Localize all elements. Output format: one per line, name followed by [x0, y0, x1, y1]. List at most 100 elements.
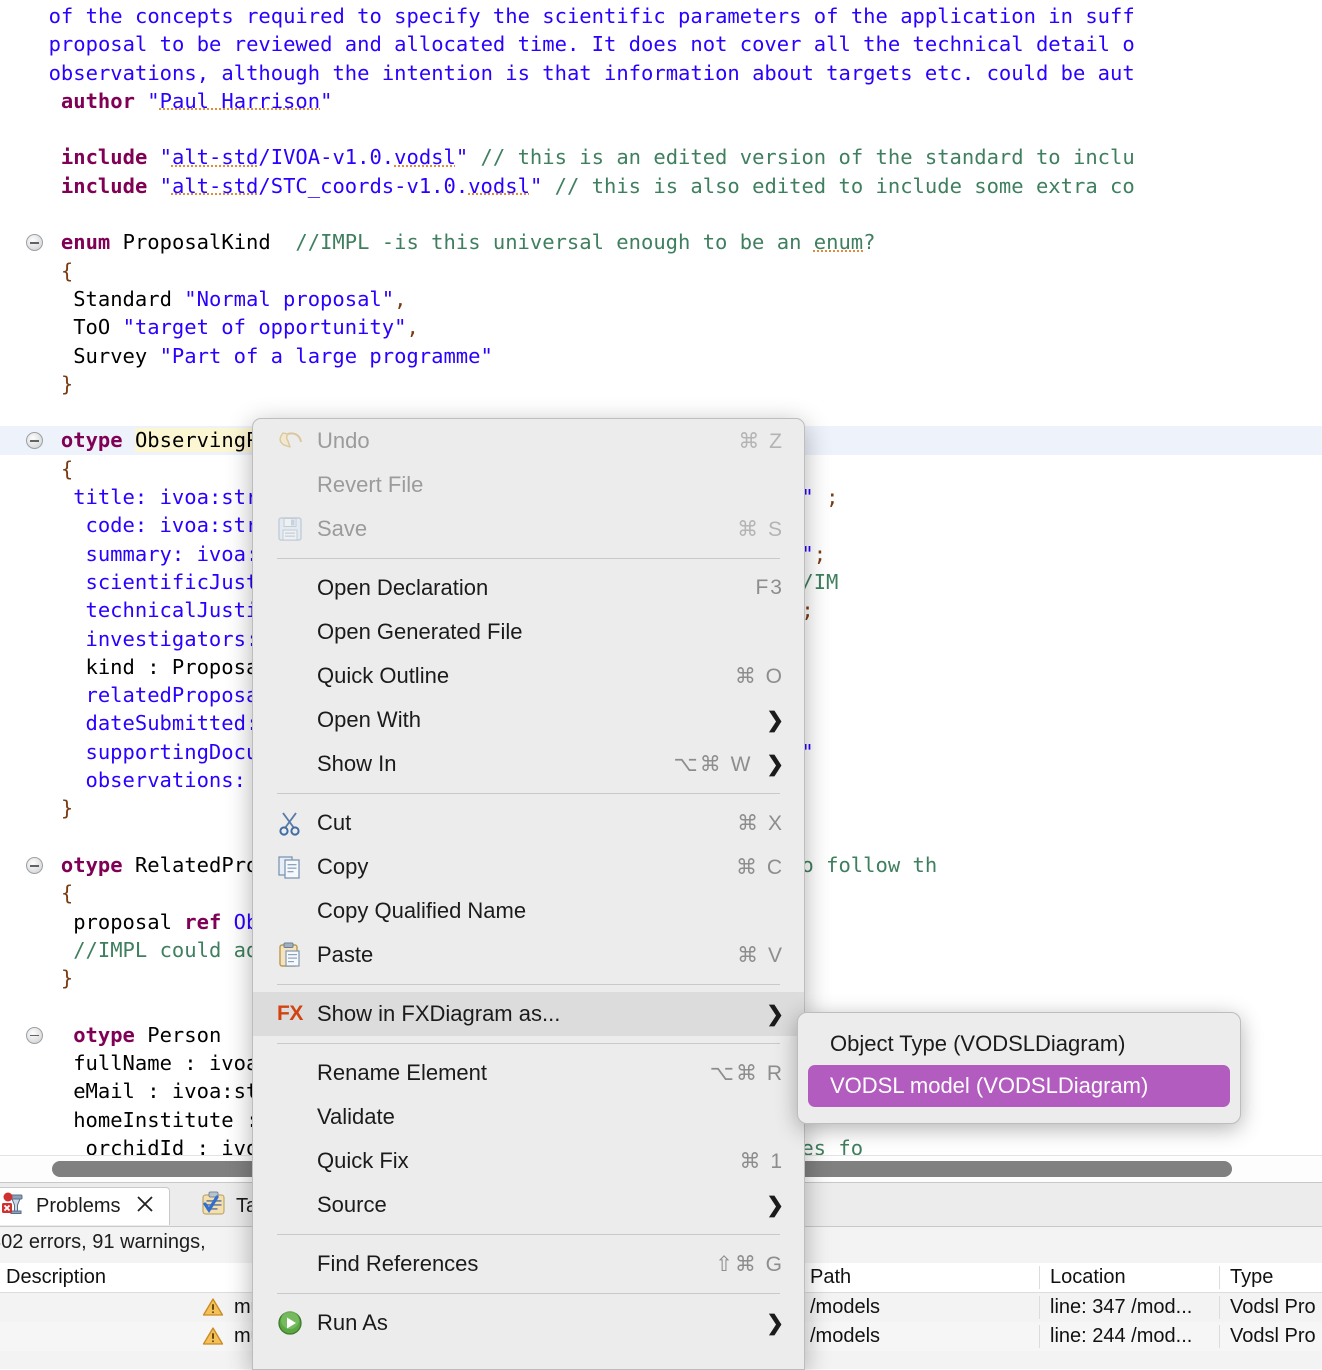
close-icon[interactable]: [135, 1194, 155, 1220]
menu-item-label: Quick Fix: [317, 1148, 409, 1173]
menu-item-source[interactable]: Source ❯: [253, 1183, 804, 1227]
fx-icon: FX: [277, 1002, 303, 1025]
menu-separator: [277, 558, 780, 559]
menu-item-shortcut: ⌘ O: [734, 664, 784, 688]
code-line[interactable]: proposal to be reviewed and allocated ti…: [0, 30, 1322, 58]
menu-separator: [277, 793, 780, 794]
run-icon: [277, 1310, 317, 1336]
code-line[interactable]: of the concepts required to specify the …: [0, 2, 1322, 30]
chevron-right-icon: ❯: [766, 1002, 784, 1026]
code-line-text: }: [60, 371, 74, 396]
cell-type: Vodsl Pro: [1230, 1325, 1316, 1347]
code-line-text: {: [60, 258, 74, 283]
menu-item-label: Copy Qualified Name: [317, 898, 527, 923]
column-header-type[interactable]: Type: [1220, 1266, 1322, 1289]
code-line-text: ToO "target of opportunity",: [73, 315, 419, 340]
code-line-text: }: [60, 966, 74, 991]
menu-item-label: Find References: [317, 1251, 479, 1276]
column-header-path[interactable]: Path: [800, 1266, 1040, 1289]
context-menu[interactable]: Undo ⌘ Z Revert File Save ⌘ S Open Declaratio…: [252, 418, 805, 1370]
menu-item-label: Save: [317, 516, 368, 541]
code-line[interactable]: Standard "Normal proposal",: [0, 285, 1322, 313]
fold-collapse-icon[interactable]: [26, 1026, 43, 1044]
submenu-item-label: Object Type (VODSLDiagram): [830, 1031, 1126, 1056]
code-line[interactable]: }: [0, 370, 1322, 398]
code-line[interactable]: {: [0, 257, 1322, 285]
submenu-item-vodsl-model[interactable]: VODSL model (VODSLDiagram): [808, 1065, 1230, 1107]
menu-item-label: Paste: [317, 942, 374, 967]
warning-icon: [202, 1297, 224, 1317]
menu-item-paste[interactable]: Paste ⌘ V: [253, 933, 804, 977]
menu-item-label: Validate: [317, 1104, 395, 1129]
warning-icon: [202, 1326, 224, 1346]
menu-item-open-with[interactable]: Open With ❯: [253, 698, 804, 742]
code-line[interactable]: ToO "target of opportunity",: [0, 313, 1322, 341]
menu-item-show-in-fxdiagram[interactable]: FX Show in FXDiagram as... ❯: [253, 992, 804, 1036]
menu-item-cut[interactable]: Cut ⌘ X: [253, 801, 804, 845]
menu-item-label: Run As: [317, 1310, 388, 1335]
tab-problems[interactable]: Problems: [0, 1187, 171, 1225]
code-line-text: enum ProposalKind //IMPL -is this univer…: [60, 230, 876, 255]
chevron-right-icon: ❯: [766, 1311, 784, 1335]
code-line-text: include "alt-std/IVOA-v1.0.vodsl" // thi…: [60, 145, 1135, 170]
save-icon: [277, 516, 317, 542]
menu-item-shortcut: ⇧⌘ G: [715, 1252, 784, 1276]
code-line[interactable]: enum ProposalKind //IMPL -is this univer…: [0, 228, 1322, 256]
menu-item-label: Open Generated File: [317, 619, 523, 644]
menu-item-find-references[interactable]: Find References ⇧⌘ G: [253, 1242, 804, 1286]
menu-item-shortcut: F3: [755, 576, 784, 599]
undo-icon: [277, 429, 317, 453]
menu-separator: [277, 1234, 780, 1235]
submenu-item-object-type[interactable]: Object Type (VODSLDiagram): [808, 1023, 1230, 1065]
code-line[interactable]: observations, although the intention is …: [0, 59, 1322, 87]
menu-item-shortcut: ⌘ S: [737, 517, 784, 541]
paste-icon: [277, 942, 317, 968]
menu-item-label: Copy: [317, 854, 369, 879]
menu-item-revert-file: Revert File: [253, 463, 804, 507]
menu-separator: [277, 1293, 780, 1294]
menu-item-quick-fix[interactable]: Quick Fix ⌘ 1: [253, 1139, 804, 1183]
menu-item-copy-qualified-name[interactable]: Copy Qualified Name: [253, 889, 804, 933]
fold-collapse-icon[interactable]: [26, 856, 43, 874]
cell-location: line: 347 /mod...: [1040, 1296, 1220, 1319]
code-line-text: otype Person: [73, 1022, 222, 1047]
code-line-text: }: [60, 796, 74, 821]
code-line[interactable]: author "Paul Harrison": [0, 87, 1322, 115]
fxdiagram-submenu[interactable]: Object Type (VODSLDiagram) VODSL model (V…: [797, 1012, 1241, 1124]
menu-item-shortcut: ⌘ V: [737, 943, 784, 967]
menu-item-shortcut: ⌥⌘ W: [673, 752, 753, 776]
menu-item-validate[interactable]: Validate: [253, 1095, 804, 1139]
copy-icon: [277, 854, 317, 880]
tasks-icon: [200, 1191, 227, 1222]
code-line-text: {: [60, 456, 74, 481]
code-line[interactable]: Survey "Part of a large programme": [0, 342, 1322, 370]
code-line[interactable]: include "alt-std/STC_coords-v1.0.vodsl" …: [0, 172, 1322, 200]
tab-problems-label: Problems: [36, 1195, 121, 1217]
column-header-location[interactable]: Location: [1040, 1266, 1220, 1289]
menu-item-copy[interactable]: Copy ⌘ C: [253, 845, 804, 889]
code-line[interactable]: [0, 115, 1322, 143]
cell-location: line: 244 /mod...: [1040, 1325, 1220, 1348]
code-line-text: author "Paul Harrison": [60, 88, 333, 113]
menu-item-open-declaration[interactable]: Open Declaration F3: [253, 566, 804, 610]
menu-item-label: Open Declaration: [317, 575, 489, 600]
menu-item-rename-element[interactable]: Rename Element ⌥⌘ R: [253, 1051, 804, 1095]
code-line[interactable]: [0, 200, 1322, 228]
menu-item-shortcut: ⌘ 1: [739, 1149, 784, 1173]
menu-item-show-in[interactable]: Show In ⌥⌘ W ❯: [253, 742, 804, 786]
menu-item-quick-outline[interactable]: Quick Outline ⌘ O: [253, 654, 804, 698]
menu-item-run-as[interactable]: Run As ❯: [253, 1301, 804, 1345]
menu-item-label: Open With: [317, 707, 421, 732]
code-line-text: Survey "Part of a large programme": [73, 343, 493, 368]
code-line-text: proposal to be reviewed and allocated ti…: [48, 32, 1135, 57]
cell-path: /models: [800, 1296, 1040, 1319]
menu-item-open-generated-file[interactable]: Open Generated File: [253, 610, 804, 654]
code-line-text: include "alt-std/STC_coords-v1.0.vodsl" …: [60, 173, 1135, 198]
menu-item-undo: Undo ⌘ Z: [253, 419, 804, 463]
menu-item-label: Source: [317, 1192, 387, 1217]
code-line-text: {: [60, 881, 74, 906]
chevron-right-icon: ❯: [766, 752, 784, 776]
problems-icon: [1, 1192, 27, 1222]
code-line[interactable]: include "alt-std/IVOA-v1.0.vodsl" // thi…: [0, 143, 1322, 171]
menu-separator: [277, 984, 780, 985]
